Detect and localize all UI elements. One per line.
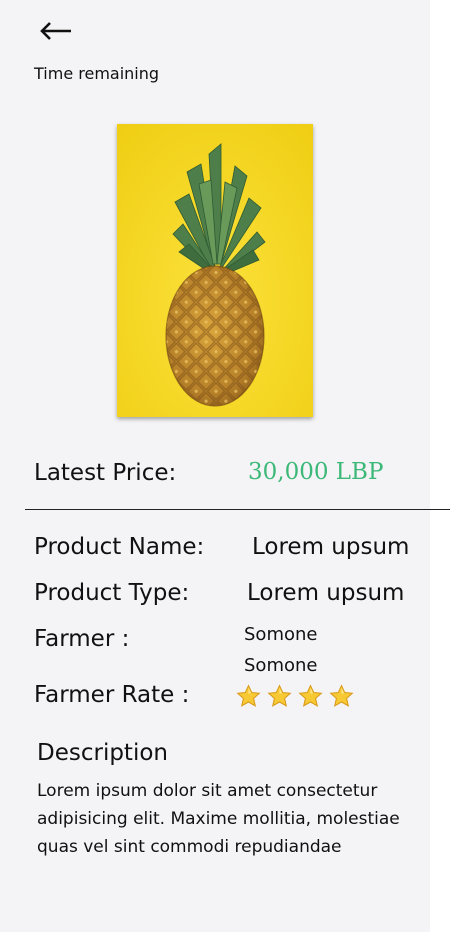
- star-icon: [236, 684, 261, 707]
- product-name-label: Product Name:: [34, 534, 205, 560]
- latest-price-label: Latest Price:: [34, 460, 177, 486]
- product-type-label: Product Type:: [34, 580, 190, 606]
- description-body: Lorem ipsum dolor sit amet consectetur a…: [37, 781, 400, 857]
- back-button[interactable]: [38, 14, 78, 48]
- description-title: Description: [37, 740, 168, 766]
- divider: [25, 509, 450, 510]
- latest-price-value: 30,000 LBP: [248, 459, 384, 485]
- product-type-value: Lorem upsum: [247, 580, 405, 606]
- arrow-left-icon: [40, 22, 71, 40]
- star-icon: [329, 684, 354, 707]
- farmer-first-name: Somone: [244, 624, 318, 645]
- farmer-rating-stars: [236, 684, 354, 709]
- product-name-value: Lorem upsum: [252, 534, 410, 560]
- star-icon: [267, 684, 292, 707]
- farmer-rate-label: Farmer Rate :: [34, 682, 190, 708]
- product-image: [117, 124, 313, 417]
- star-icon: [298, 684, 323, 707]
- farmer-label: Farmer :: [34, 626, 130, 652]
- farmer-last-name: Somone: [244, 655, 318, 676]
- time-remaining-label: Time remaining: [34, 64, 160, 83]
